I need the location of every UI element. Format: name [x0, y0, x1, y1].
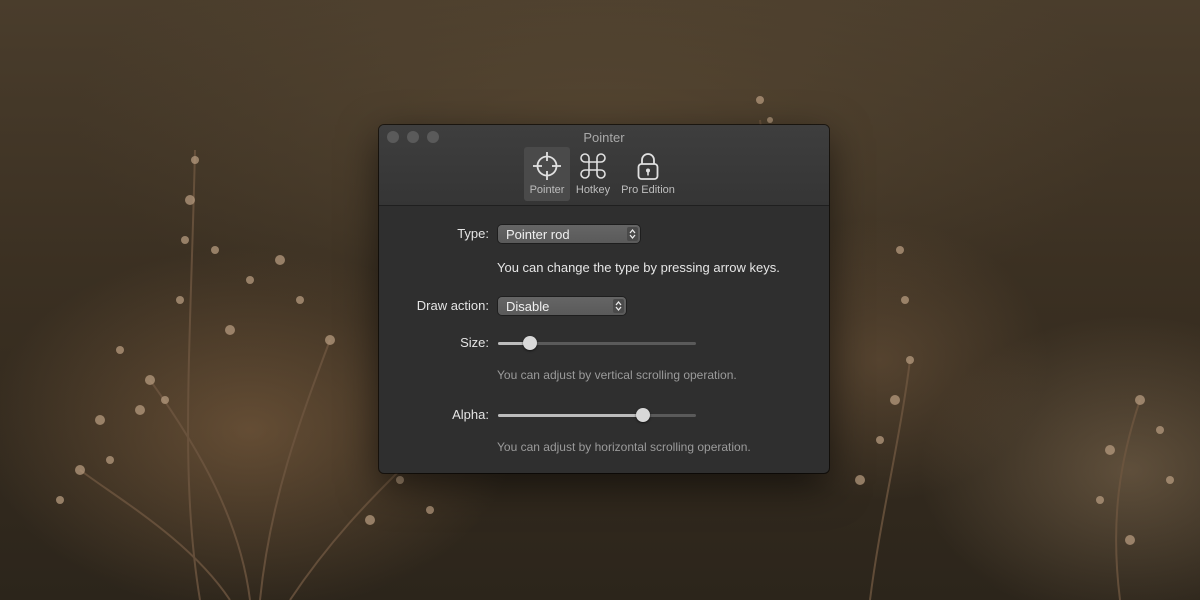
- window-titlebar: Pointer Pointer Hotkey Pro Edition: [379, 125, 829, 206]
- command-icon: [580, 153, 606, 179]
- pointer-preferences-window: Pointer Pointer Hotkey Pro Edition Type:…: [379, 125, 829, 473]
- size-slider-knob[interactable]: [522, 336, 537, 350]
- crosshair-icon: [533, 152, 561, 180]
- type-label: Type:: [457, 226, 489, 241]
- type-hint: You can change the type by pressing arro…: [497, 260, 780, 275]
- padlock-icon: [637, 153, 659, 180]
- alpha-slider[interactable]: [498, 408, 696, 422]
- draw-action-select-value: Disable: [506, 299, 550, 314]
- size-slider[interactable]: [498, 336, 696, 350]
- type-select-value: Pointer rod: [506, 227, 570, 242]
- window-title: Pointer: [583, 130, 625, 145]
- alpha-slider-knob[interactable]: [635, 408, 650, 422]
- select-stepper-icon: [627, 227, 638, 241]
- size-label: Size:: [460, 335, 489, 350]
- draw-action-select[interactable]: Disable: [498, 297, 626, 315]
- alpha-hint: You can adjust by horizontal scrolling o…: [497, 440, 751, 454]
- size-hint: You can adjust by vertical scrolling ope…: [497, 368, 737, 382]
- alpha-slider-fill: [498, 414, 643, 417]
- tab-pro-edition-label: Pro Edition: [621, 184, 675, 196]
- tab-pro-edition[interactable]: Pro Edition: [617, 147, 679, 201]
- tab-pointer[interactable]: Pointer: [524, 147, 570, 201]
- pointer-settings-panel: Type: Pointer rod You can change the typ…: [379, 206, 829, 473]
- tab-pointer-label: Pointer: [529, 184, 565, 196]
- select-stepper-icon: [613, 299, 624, 313]
- type-select[interactable]: Pointer rod: [498, 225, 640, 243]
- alpha-label: Alpha:: [452, 407, 489, 422]
- tab-hotkey-label: Hotkey: [575, 184, 611, 196]
- tab-hotkey[interactable]: Hotkey: [571, 147, 615, 201]
- draw-action-label: Draw action:: [416, 298, 489, 313]
